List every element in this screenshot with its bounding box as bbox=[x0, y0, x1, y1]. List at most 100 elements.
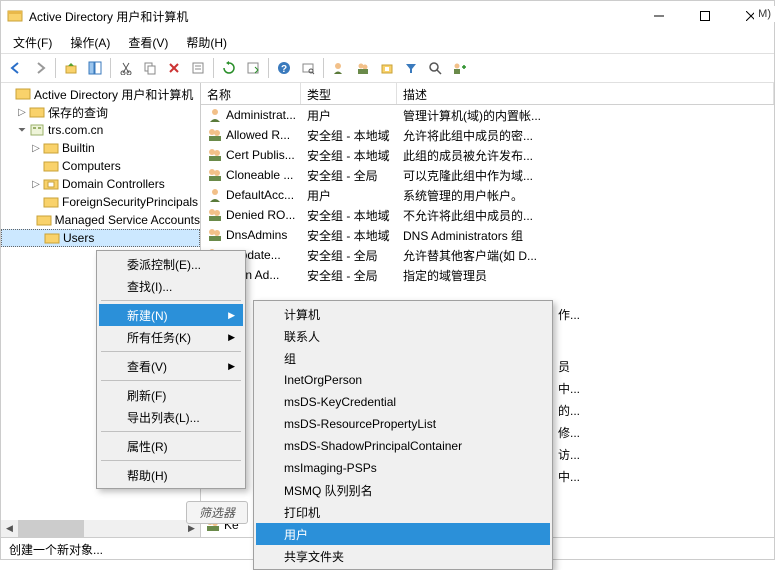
folder-icon bbox=[29, 104, 45, 120]
maximize-button[interactable] bbox=[682, 1, 728, 31]
menu-refresh[interactable]: 刷新(F) bbox=[99, 384, 243, 406]
tree-label: ForeignSecurityPrincipals bbox=[62, 195, 198, 209]
row-name: Administrat... bbox=[226, 108, 296, 122]
close-button[interactable] bbox=[728, 1, 774, 31]
list-row[interactable]: DnsAdmins安全组 - 本地域DNS Administrators 组 bbox=[201, 225, 774, 245]
copy-button[interactable] bbox=[139, 57, 161, 79]
filter-chip[interactable]: 筛选器 bbox=[186, 501, 248, 524]
tree-saved-queries[interactable]: ▷ 保存的查询 bbox=[1, 103, 200, 121]
scroll-thumb[interactable] bbox=[18, 520, 84, 537]
tree-label: Computers bbox=[62, 159, 121, 173]
submenu-msmq[interactable]: MSMQ 队列别名 bbox=[256, 479, 550, 501]
menu-export-list[interactable]: 导出列表(L)... bbox=[99, 406, 243, 428]
submenu-msshadow[interactable]: msDS-ShadowPrincipalContainer bbox=[256, 435, 550, 457]
submenu-msresprop[interactable]: msDS-ResourcePropertyList bbox=[256, 413, 550, 435]
list-row[interactable]: Allowed R... 安全组 - 本地域允许将此组中成员的密... bbox=[201, 125, 774, 145]
tree-computers[interactable]: Computers bbox=[1, 157, 200, 175]
menu-help[interactable]: 帮助(H) bbox=[178, 32, 235, 53]
row-type: 用户 bbox=[301, 187, 397, 204]
refresh-button[interactable] bbox=[218, 57, 240, 79]
menu-view[interactable]: 查看(V)▶ bbox=[99, 355, 243, 377]
menu-view[interactable]: 查看(V) bbox=[120, 32, 176, 53]
svg-text:?: ? bbox=[281, 64, 287, 75]
properties-button[interactable] bbox=[187, 57, 209, 79]
menu-delegate[interactable]: 委派控制(E)... bbox=[99, 253, 243, 275]
menu-properties[interactable]: 属性(R) bbox=[99, 435, 243, 457]
list-row[interactable]: Denied RO...安全组 - 本地域不允许将此组中成员的... bbox=[201, 205, 774, 225]
submenu-mskeycred[interactable]: msDS-KeyCredential bbox=[256, 391, 550, 413]
row-type: 安全组 - 本地域 bbox=[301, 227, 397, 244]
submenu-inetorg[interactable]: InetOrgPerson bbox=[256, 369, 550, 391]
up-button[interactable] bbox=[60, 57, 82, 79]
list-row[interactable]: Cloneable ...安全组 - 全局可以克隆此组中作为域... bbox=[201, 165, 774, 185]
submenu-computer[interactable]: 计算机 bbox=[256, 303, 550, 325]
list-row[interactable]: Administrat...用户管理计算机(域)的内置帐... bbox=[201, 105, 774, 125]
collapse-icon[interactable]: ⏷ bbox=[15, 125, 29, 136]
tree-msa[interactable]: Managed Service Accounts bbox=[1, 211, 200, 229]
list-row[interactable]: sUpdate...安全组 - 全局允许替其他客户端(如 D... bbox=[201, 245, 774, 265]
submenu-shared-folder[interactable]: 共享文件夹 bbox=[256, 545, 550, 567]
list-row[interactable]: main Ad...安全组 - 全局指定的域管理员 bbox=[201, 265, 774, 285]
toolbar: ? bbox=[1, 53, 774, 83]
row-name: Allowed R... bbox=[226, 128, 290, 142]
book-icon bbox=[15, 86, 31, 102]
expand-icon[interactable]: ▷ bbox=[29, 143, 43, 154]
tree-root[interactable]: Active Directory 用户和计算机 bbox=[1, 85, 200, 103]
group-icon bbox=[207, 167, 223, 183]
tree-users[interactable]: Users bbox=[1, 229, 200, 247]
list-row[interactable]: Cert Publis...安全组 - 本地域此组的成员被允许发布... bbox=[201, 145, 774, 165]
add-to-group-icon[interactable] bbox=[448, 57, 470, 79]
menu-find[interactable]: 查找(I)... bbox=[99, 275, 243, 297]
column-type[interactable]: 类型 bbox=[301, 83, 397, 104]
menu-file[interactable]: 文件(F) bbox=[5, 32, 60, 53]
row-desc: 允许将此组中成员的密... bbox=[397, 127, 774, 144]
search-icon[interactable] bbox=[424, 57, 446, 79]
ou-icon bbox=[43, 176, 59, 192]
menu-new[interactable]: 新建(N)▶ bbox=[99, 304, 243, 326]
forward-button[interactable] bbox=[29, 57, 51, 79]
row-type: 安全组 - 本地域 bbox=[301, 127, 397, 144]
minimize-button[interactable] bbox=[636, 1, 682, 31]
delete-button[interactable] bbox=[163, 57, 185, 79]
expand-icon[interactable]: ▷ bbox=[15, 107, 29, 118]
menu-all-tasks[interactable]: 所有任务(K)▶ bbox=[99, 326, 243, 348]
submenu-arrow-icon: ▶ bbox=[228, 310, 235, 321]
window-title: Active Directory 用户和计算机 bbox=[29, 8, 636, 25]
list-row[interactable]: DefaultAcc...用户系统管理的用户帐户。 bbox=[201, 185, 774, 205]
tree-label: Managed Service Accounts bbox=[55, 213, 200, 227]
new-user-icon[interactable] bbox=[328, 57, 350, 79]
submenu-arrow-icon: ▶ bbox=[228, 332, 235, 343]
group-icon bbox=[207, 207, 223, 223]
submenu-group[interactable]: 组 bbox=[256, 347, 550, 369]
folder-icon bbox=[43, 194, 59, 210]
scroll-left-icon[interactable]: ◀ bbox=[1, 520, 18, 537]
new-group-icon[interactable] bbox=[352, 57, 374, 79]
row-desc: 允许替其他客户端(如 D... bbox=[397, 247, 774, 264]
submenu-arrow-icon: ▶ bbox=[228, 361, 235, 372]
tree-fsp[interactable]: ForeignSecurityPrincipals bbox=[1, 193, 200, 211]
export-list-button[interactable] bbox=[242, 57, 264, 79]
expand-icon[interactable]: ▷ bbox=[29, 179, 43, 190]
folder-icon bbox=[43, 140, 59, 156]
show-hide-tree-button[interactable] bbox=[84, 57, 106, 79]
tree-domain[interactable]: ⏷ trs.com.cn bbox=[1, 121, 200, 139]
help-button[interactable]: ? bbox=[273, 57, 295, 79]
tree-domain-controllers[interactable]: ▷ Domain Controllers bbox=[1, 175, 200, 193]
row-name: DnsAdmins bbox=[226, 228, 287, 242]
find-button[interactable] bbox=[297, 57, 319, 79]
menu-help[interactable]: 帮助(H) bbox=[99, 464, 243, 486]
menu-action[interactable]: 操作(A) bbox=[62, 32, 118, 53]
horizontal-scrollbar[interactable]: ◀ ▶ bbox=[1, 520, 200, 537]
cut-button[interactable] bbox=[115, 57, 137, 79]
tree-builtin[interactable]: ▷ Builtin bbox=[1, 139, 200, 157]
filter-icon[interactable] bbox=[400, 57, 422, 79]
back-button[interactable] bbox=[5, 57, 27, 79]
submenu-printer[interactable]: 打印机 bbox=[256, 501, 550, 523]
submenu-user[interactable]: 用户 bbox=[256, 523, 550, 545]
submenu-contact[interactable]: 联系人 bbox=[256, 325, 550, 347]
column-desc[interactable]: 描述 bbox=[397, 83, 774, 104]
row-name: Cert Publis... bbox=[226, 148, 295, 162]
submenu-msimaging[interactable]: msImaging-PSPs bbox=[256, 457, 550, 479]
new-ou-icon[interactable] bbox=[376, 57, 398, 79]
column-name[interactable]: 名称 bbox=[201, 83, 301, 104]
